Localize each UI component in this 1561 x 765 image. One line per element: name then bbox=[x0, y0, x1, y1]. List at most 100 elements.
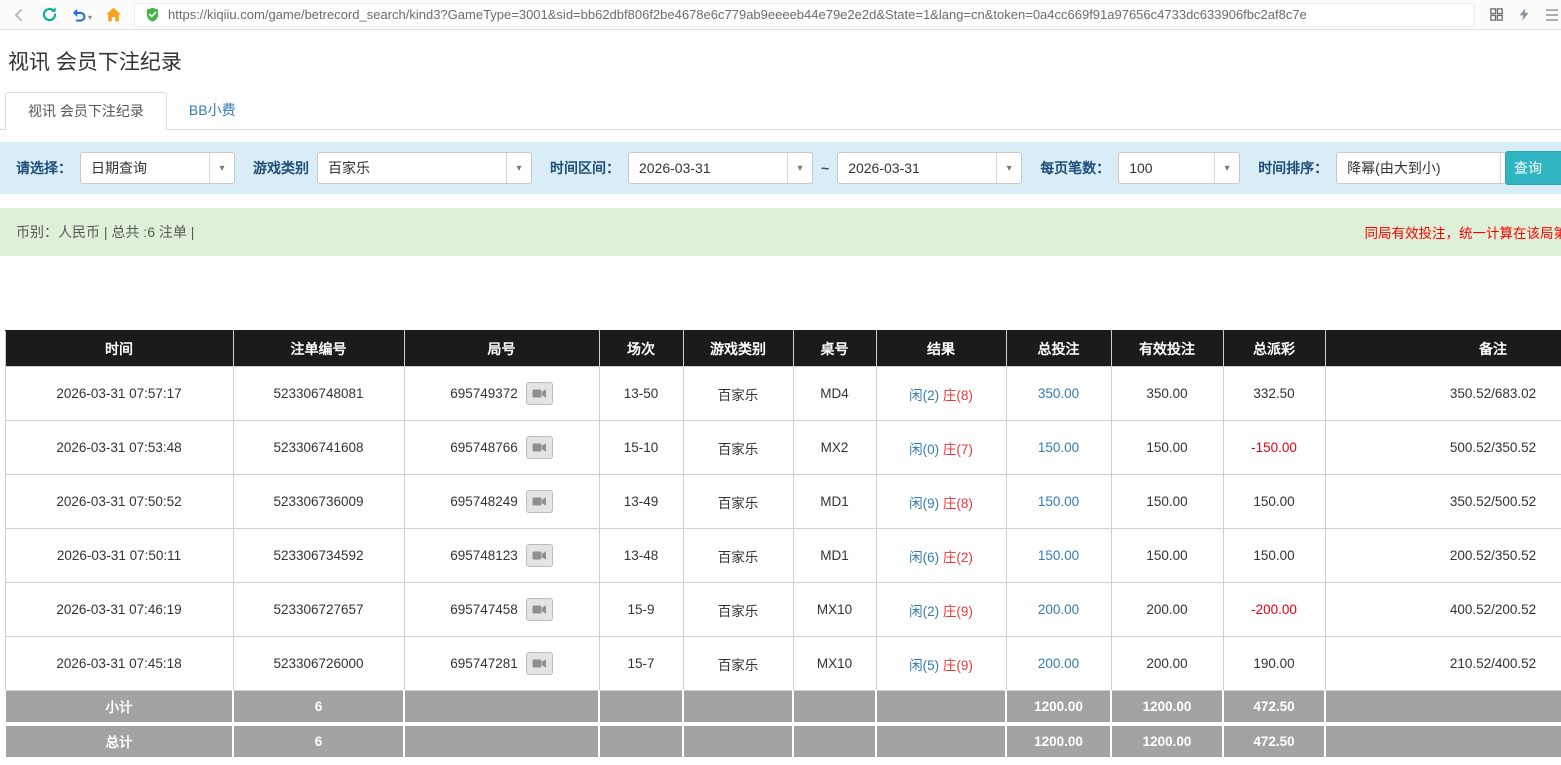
tab-bb-tip[interactable]: BB小费 bbox=[167, 92, 258, 129]
cell-valid-bet: 200.00 bbox=[1111, 637, 1223, 691]
date-from-select[interactable]: 2026-03-31 ▾ bbox=[628, 152, 813, 184]
date-to-value: 2026-03-31 bbox=[838, 153, 996, 183]
bet-row: 2026-03-31 07:46:19523306727657695747458… bbox=[5, 583, 1561, 637]
bet-row: 2026-03-31 07:57:17523306748081695749372… bbox=[5, 367, 1561, 421]
result-banker: 庄(8) bbox=[943, 496, 973, 511]
chevron-down-icon[interactable]: ▾ bbox=[996, 153, 1021, 183]
cell-payout: 190.00 bbox=[1223, 637, 1325, 691]
col-bet-id: 注单编号 bbox=[233, 331, 404, 367]
cell-result: 闲(2) 庄(8) bbox=[876, 367, 1006, 421]
video-replay-icon[interactable] bbox=[526, 544, 553, 567]
extensions-grid-icon[interactable] bbox=[1487, 6, 1505, 24]
result-player: 闲(9) bbox=[909, 496, 939, 511]
cell-game-type: 百家乐 bbox=[683, 529, 793, 583]
video-replay-icon[interactable] bbox=[526, 382, 553, 405]
round-number: 695749372 bbox=[450, 386, 518, 401]
cell-session: 15-10 bbox=[599, 421, 683, 475]
cell-total-bet: 150.00 bbox=[1006, 475, 1111, 529]
chevron-down-icon[interactable]: ▾ bbox=[787, 153, 812, 183]
video-replay-icon[interactable] bbox=[526, 652, 553, 675]
page-size-value: 100 bbox=[1119, 153, 1214, 183]
col-table-no: 桌号 bbox=[793, 331, 876, 367]
grand-total-row: 总计61200.001200.00472.50 bbox=[5, 724, 1561, 757]
search-button[interactable]: 查询 bbox=[1505, 151, 1561, 185]
undo-dropdown-icon[interactable]: ▾ bbox=[88, 13, 92, 23]
cell-empty bbox=[1325, 724, 1561, 757]
total-bet-link[interactable]: 200.00 bbox=[1038, 656, 1079, 671]
toolbar-right-icons bbox=[1487, 6, 1561, 24]
address-bar[interactable]: https://kiqiiu.com/game/betrecord_search… bbox=[134, 3, 1475, 27]
bet-row: 2026-03-31 07:53:48523306741608695748766… bbox=[5, 421, 1561, 475]
total-bet-link[interactable]: 150.00 bbox=[1038, 494, 1079, 509]
valid-bet-notice: 同局有效投注，统一计算在该局第 bbox=[1365, 222, 1561, 242]
security-shield-icon[interactable] bbox=[143, 6, 161, 24]
col-round: 局号 bbox=[404, 331, 599, 367]
cell-empty bbox=[683, 691, 793, 724]
chevron-down-icon[interactable]: ▾ bbox=[1214, 153, 1239, 183]
cell-table-no: MD1 bbox=[793, 529, 876, 583]
page-size-label: 每页笔数： bbox=[1040, 158, 1110, 178]
chevron-down-icon[interactable]: ▾ bbox=[209, 153, 234, 183]
currency-total-text: 币别：人民币 | 总共 :6 注单 | bbox=[16, 222, 194, 242]
cell-payout: -150.00 bbox=[1223, 421, 1325, 475]
date-to-select[interactable]: 2026-03-31 ▾ bbox=[837, 152, 1022, 184]
result-player: 闲(5) bbox=[909, 658, 939, 673]
range-tilde: ~ bbox=[821, 160, 829, 176]
cell-note: 200.52/350.52 bbox=[1325, 529, 1561, 583]
table-header: 时间 注单编号 局号 场次 游戏类别 桌号 结果 总投注 有效投注 总派彩 备注 bbox=[5, 331, 1561, 367]
cell-result: 闲(0) 庄(7) bbox=[876, 421, 1006, 475]
query-type-select[interactable]: 日期查询 ▾ bbox=[80, 152, 235, 184]
cell-valid-bet: 200.00 bbox=[1111, 583, 1223, 637]
total-bet-link[interactable]: 350.00 bbox=[1038, 386, 1079, 401]
lightning-icon[interactable] bbox=[1515, 6, 1533, 24]
cell-round: 695749372 bbox=[404, 367, 599, 421]
back-icon[interactable] bbox=[10, 6, 28, 24]
cell-empty bbox=[599, 691, 683, 724]
col-valid-bet: 有效投注 bbox=[1111, 331, 1223, 367]
round-number: 695747281 bbox=[450, 656, 518, 671]
col-time: 时间 bbox=[5, 331, 233, 367]
time-sort-select[interactable]: 降幂(由大到小) ▾ bbox=[1336, 152, 1526, 184]
cell-empty bbox=[404, 691, 599, 724]
cell-time: 2026-03-31 07:53:48 bbox=[5, 421, 233, 475]
cell-empty bbox=[683, 724, 793, 757]
result-banker: 庄(8) bbox=[943, 388, 973, 403]
bet-row: 2026-03-31 07:50:52523306736009695748249… bbox=[5, 475, 1561, 529]
game-type-label: 游戏类别 bbox=[253, 158, 309, 178]
cell-note: 350.52/683.02 bbox=[1325, 367, 1561, 421]
cell-note: 210.52/400.52 bbox=[1325, 637, 1561, 691]
cell-valid-bet: 150.00 bbox=[1111, 475, 1223, 529]
undo-icon[interactable]: ▾ bbox=[70, 6, 92, 23]
cell-valid-bet: 150.00 bbox=[1111, 421, 1223, 475]
payout-value: 150.00 bbox=[1253, 494, 1294, 509]
tab-bet-record[interactable]: 视讯 会员下注纪录 bbox=[5, 92, 167, 130]
col-note: 备注 bbox=[1325, 331, 1561, 367]
cell-empty bbox=[876, 691, 1006, 724]
result-player: 闲(0) bbox=[909, 442, 939, 457]
time-sort-label: 时间排序： bbox=[1258, 158, 1328, 178]
home-icon[interactable] bbox=[104, 6, 122, 24]
chevron-down-icon[interactable]: ▾ bbox=[506, 153, 531, 183]
cell-bet-id: 523306726000 bbox=[233, 637, 404, 691]
col-total-bet: 总投注 bbox=[1006, 331, 1111, 367]
video-replay-icon[interactable] bbox=[526, 436, 553, 459]
refresh-icon[interactable] bbox=[40, 6, 58, 24]
round-number: 695747458 bbox=[450, 602, 518, 617]
bet-row: 2026-03-31 07:50:11523306734592695748123… bbox=[5, 529, 1561, 583]
total-bet-link[interactable]: 200.00 bbox=[1038, 602, 1079, 617]
clipped-toolbar-icon[interactable] bbox=[1543, 6, 1561, 24]
total-bet-link[interactable]: 150.00 bbox=[1038, 548, 1079, 563]
cell-session: 13-50 bbox=[599, 367, 683, 421]
result-banker: 庄(7) bbox=[943, 442, 973, 457]
page-size-select[interactable]: 100 ▾ bbox=[1118, 152, 1240, 184]
video-replay-icon[interactable] bbox=[526, 598, 553, 621]
result-banker: 庄(9) bbox=[943, 604, 973, 619]
cell-table-no: MD4 bbox=[793, 367, 876, 421]
cell-empty bbox=[599, 724, 683, 757]
cell-valid-bet: 350.00 bbox=[1111, 367, 1223, 421]
game-type-select[interactable]: 百家乐 ▾ bbox=[317, 152, 532, 184]
video-replay-icon[interactable] bbox=[526, 490, 553, 513]
total-bet-link[interactable]: 150.00 bbox=[1038, 440, 1079, 455]
time-sort-value: 降幂(由大到小) bbox=[1337, 153, 1500, 183]
cell-time: 2026-03-31 07:50:52 bbox=[5, 475, 233, 529]
